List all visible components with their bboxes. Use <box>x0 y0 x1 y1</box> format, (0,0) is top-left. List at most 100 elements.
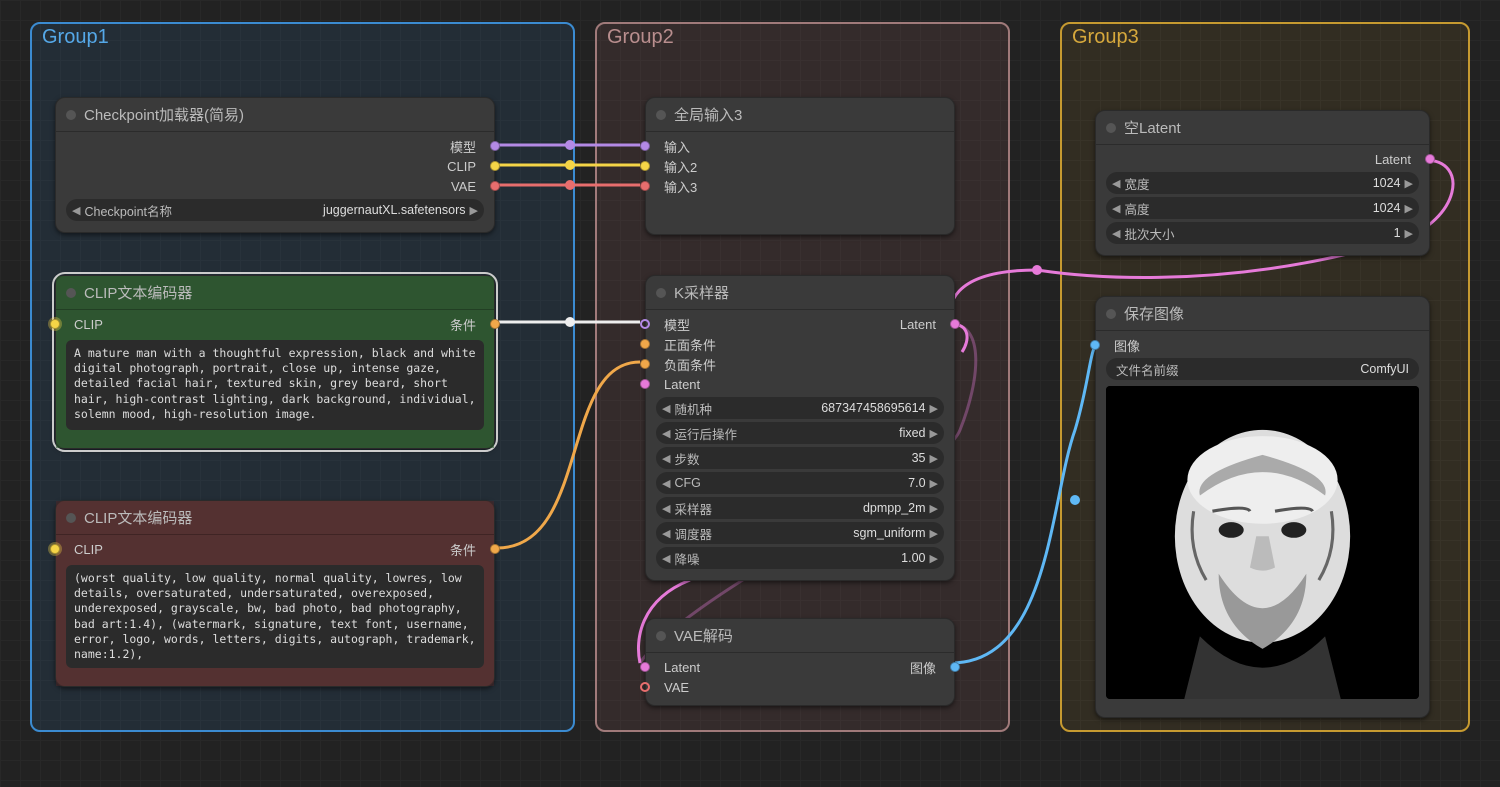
input-port-2[interactable]: 输入2 <box>646 156 954 176</box>
output-port-latent[interactable]: Latent <box>800 314 954 334</box>
port-icon <box>640 682 650 692</box>
param-value: 7.0 <box>908 476 925 490</box>
chevron-left-icon[interactable]: ◀ <box>662 402 670 415</box>
param-label: 调度器 <box>674 524 712 543</box>
collapse-dot-icon[interactable] <box>656 110 666 120</box>
node-title[interactable]: VAE解码 <box>646 619 954 653</box>
param-label: 运行后操作 <box>674 424 737 443</box>
chevron-right-icon[interactable]: ▶ <box>930 552 938 565</box>
node-graph-canvas[interactable]: Group1 Group2 Group3 Checkpoint加 <box>0 0 1500 787</box>
output-port-clip[interactable]: CLIP <box>56 156 494 176</box>
chevron-left-icon[interactable]: ◀ <box>662 552 670 565</box>
chevron-left-icon[interactable]: ◀ <box>662 527 670 540</box>
param-value: 687347458695614 <box>821 401 925 415</box>
collapse-dot-icon[interactable] <box>1106 123 1116 133</box>
param-label: CFG <box>674 476 700 490</box>
portrait-image-icon <box>1106 386 1419 699</box>
input-port-positive[interactable]: 正面条件 <box>646 334 954 354</box>
node-title[interactable]: K采样器 <box>646 276 954 310</box>
node-ksampler[interactable]: K采样器 模型 Latent 正面条件 负面条件 <box>645 275 955 581</box>
chevron-right-icon[interactable]: ▶ <box>930 452 938 465</box>
node-vae-decode[interactable]: VAE解码 Latent 图像 VAE <box>645 618 955 706</box>
chevron-right-icon[interactable]: ▶ <box>930 502 938 515</box>
latent-param-0[interactable]: ◀宽度1024▶ <box>1106 172 1419 194</box>
prompt-textarea[interactable]: A mature man with a thoughtful expressio… <box>66 340 484 430</box>
chevron-right-icon[interactable]: ▶ <box>930 427 938 440</box>
node-save-image[interactable]: 保存图像 图像 文件名前缀 ComfyUI <box>1095 296 1430 718</box>
input-port-clip[interactable]: CLIP <box>56 539 275 559</box>
input-port-latent[interactable]: Latent <box>646 374 954 394</box>
chevron-right-icon[interactable]: ▶ <box>1405 227 1413 240</box>
input-port-latent[interactable]: Latent <box>646 657 800 677</box>
node-title-label: CLIP文本编码器 <box>84 282 192 303</box>
param-value: 1 <box>1394 226 1401 240</box>
node-clip-text-encode-negative[interactable]: CLIP文本编码器 CLIP 条件 (worst quality, low qu… <box>55 500 495 687</box>
node-title[interactable]: CLIP文本编码器 <box>56 276 494 310</box>
param-filename-prefix[interactable]: 文件名前缀 ComfyUI <box>1106 358 1419 380</box>
param-label: 降噪 <box>674 549 699 568</box>
node-clip-text-encode-positive[interactable]: CLIP文本编码器 CLIP 条件 A mature man with a th… <box>55 275 495 449</box>
port-icon <box>640 379 650 389</box>
latent-param-2[interactable]: ◀批次大小1▶ <box>1106 222 1419 244</box>
chevron-left-icon[interactable]: ◀ <box>72 204 80 217</box>
chevron-right-icon[interactable]: ▶ <box>930 402 938 415</box>
node-title[interactable]: 空Latent <box>1096 111 1429 145</box>
param-label: 采样器 <box>674 499 712 518</box>
collapse-dot-icon[interactable] <box>656 288 666 298</box>
collapse-dot-icon[interactable] <box>66 288 76 298</box>
port-icon <box>640 319 650 329</box>
ksampler-param-1[interactable]: ◀ 运行后操作 fixed ▶ <box>656 422 944 444</box>
chevron-left-icon[interactable]: ◀ <box>1112 227 1120 240</box>
node-title[interactable]: Checkpoint加载器(简易) <box>56 98 494 132</box>
input-port-negative[interactable]: 负面条件 <box>646 354 954 374</box>
chevron-right-icon[interactable]: ▶ <box>930 477 938 490</box>
input-port-model[interactable]: 模型 <box>646 314 800 334</box>
chevron-right-icon[interactable]: ▶ <box>930 527 938 540</box>
collapse-dot-icon[interactable] <box>656 631 666 641</box>
output-port-latent[interactable]: Latent <box>1096 149 1429 169</box>
output-port-image[interactable]: 图像 <box>800 657 954 677</box>
ksampler-param-6[interactable]: ◀降噪1.00▶ <box>656 547 944 569</box>
ksampler-param-3[interactable]: ◀ CFG 7.0 ▶ <box>656 472 944 494</box>
chevron-left-icon[interactable]: ◀ <box>662 427 670 440</box>
node-title[interactable]: 全局输入3 <box>646 98 954 132</box>
output-port-conditioning[interactable]: 条件 <box>275 314 494 334</box>
param-value: fixed <box>899 426 925 440</box>
chevron-left-icon[interactable]: ◀ <box>662 502 670 515</box>
input-port-image[interactable]: 图像 <box>1096 335 1429 355</box>
latent-param-1[interactable]: ◀高度1024▶ <box>1106 197 1419 219</box>
input-port-clip[interactable]: CLIP <box>56 314 275 334</box>
input-port-1[interactable]: 输入 <box>646 136 954 156</box>
input-port-3[interactable]: 输入3 <box>646 176 954 196</box>
collapse-dot-icon[interactable] <box>66 110 76 120</box>
collapse-dot-icon[interactable] <box>1106 309 1116 319</box>
node-title[interactable]: CLIP文本编码器 <box>56 501 494 535</box>
prompt-textarea[interactable]: (worst quality, low quality, normal qual… <box>66 565 484 668</box>
output-port-vae[interactable]: VAE <box>56 176 494 196</box>
ksampler-param-0[interactable]: ◀随机种687347458695614▶ <box>656 397 944 419</box>
node-title[interactable]: 保存图像 <box>1096 297 1429 331</box>
output-port-model[interactable]: 模型 <box>56 136 494 156</box>
chevron-left-icon[interactable]: ◀ <box>662 477 670 490</box>
chevron-right-icon[interactable]: ▶ <box>1405 202 1413 215</box>
ksampler-param-5[interactable]: ◀调度器sgm_uniform▶ <box>656 522 944 544</box>
chevron-left-icon[interactable]: ◀ <box>662 452 670 465</box>
output-image-preview[interactable] <box>1106 386 1419 699</box>
chevron-right-icon[interactable]: ▶ <box>1405 177 1413 190</box>
param-value: 35 <box>912 451 926 465</box>
port-icon <box>490 141 500 151</box>
chevron-left-icon[interactable]: ◀ <box>1112 177 1120 190</box>
chevron-right-icon[interactable]: ▶ <box>470 204 478 217</box>
ksampler-param-2[interactable]: ◀步数35▶ <box>656 447 944 469</box>
ksampler-param-4[interactable]: ◀采样器dpmpp_2m▶ <box>656 497 944 519</box>
output-port-conditioning[interactable]: 条件 <box>275 539 494 559</box>
collapse-dot-icon[interactable] <box>66 513 76 523</box>
node-empty-latent[interactable]: 空Latent Latent ◀宽度1024▶◀高度1024▶◀批次大小1▶ <box>1095 110 1430 256</box>
port-icon <box>50 544 60 554</box>
node-checkpoint-loader[interactable]: Checkpoint加载器(简易) 模型 CLIP VAE ◀ Checkpoi… <box>55 97 495 233</box>
node-global-inputs[interactable]: 全局输入3 输入 输入2 输入3 <box>645 97 955 235</box>
param-checkpoint-name[interactable]: ◀ Checkpoint名称 juggernautXL.safetensors … <box>66 199 484 221</box>
input-port-vae[interactable]: VAE <box>646 677 954 697</box>
chevron-left-icon[interactable]: ◀ <box>1112 202 1120 215</box>
group-2-title: Group2 <box>607 26 674 49</box>
